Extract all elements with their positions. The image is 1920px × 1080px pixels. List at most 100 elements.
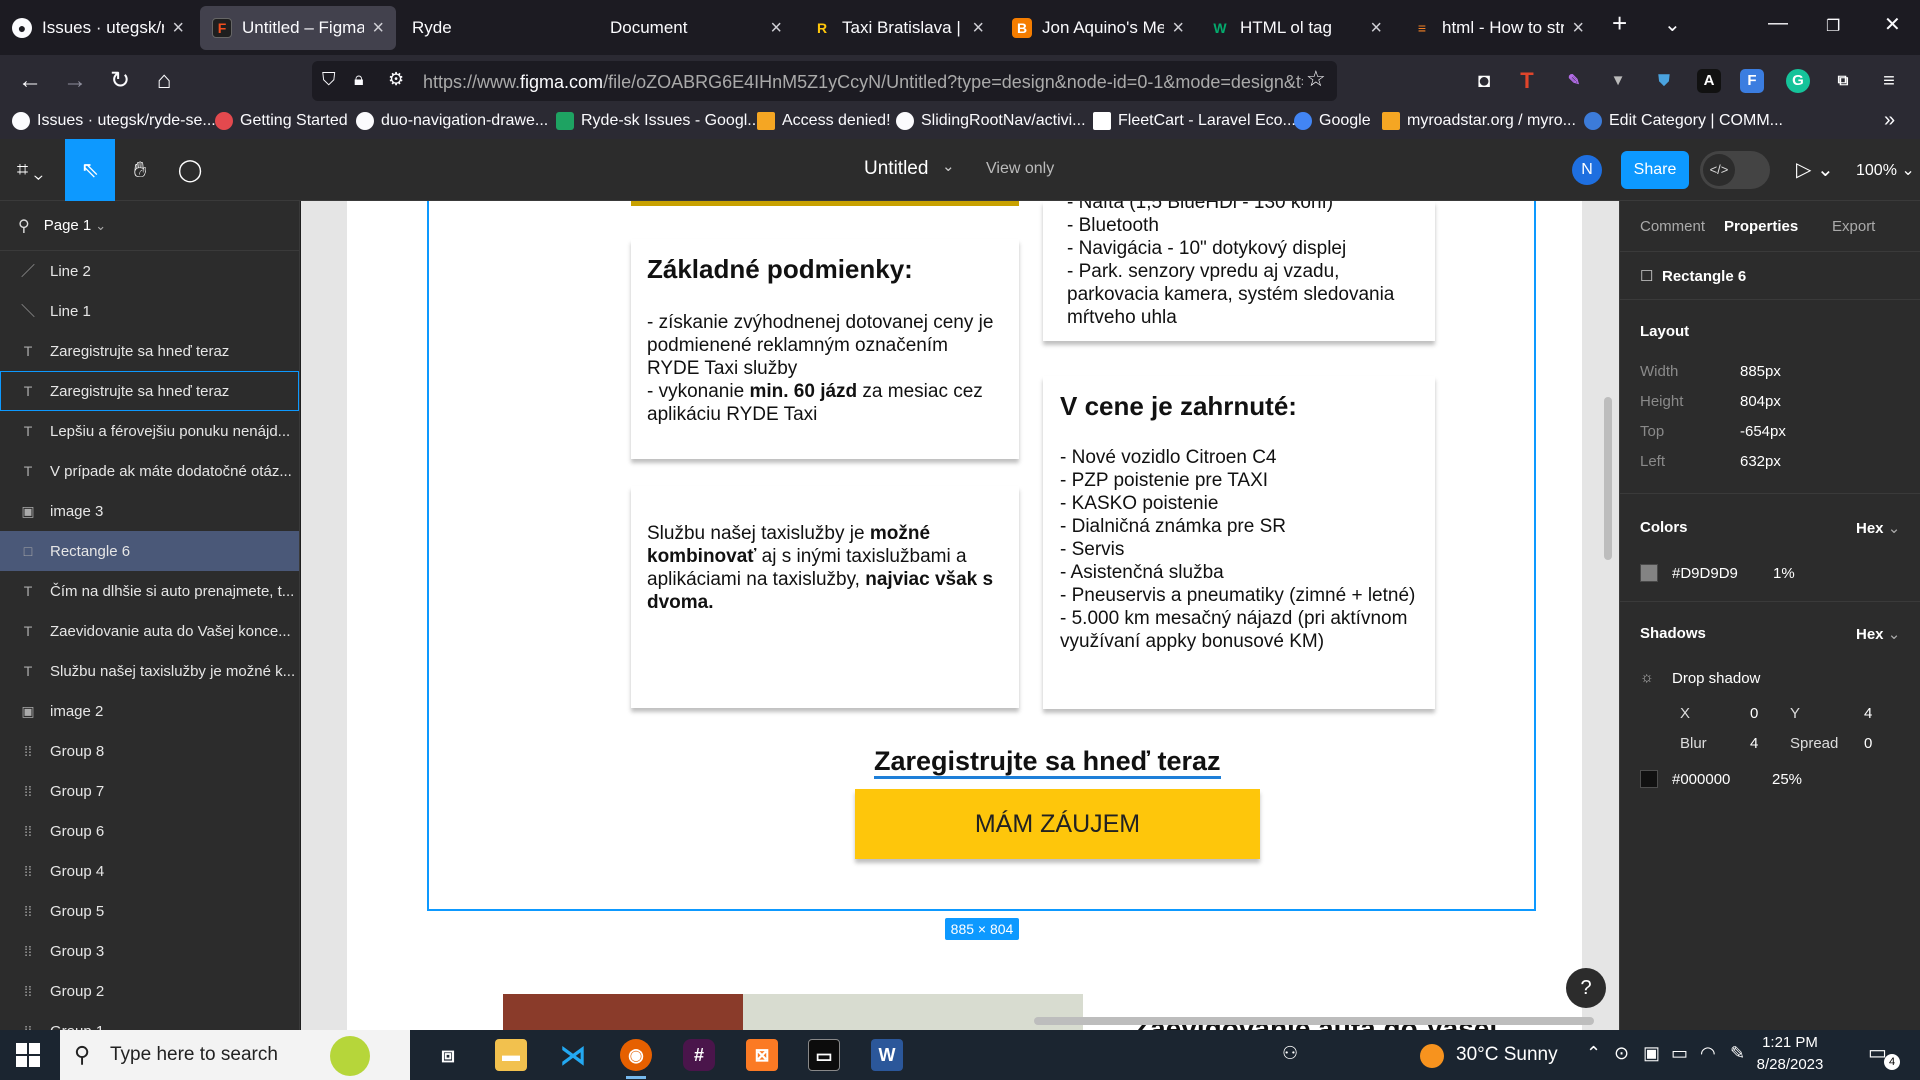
layer-item[interactable]: ⁞⁞ Group 2 xyxy=(0,971,299,1011)
bookmark-item[interactable]: Google xyxy=(1294,112,1371,130)
layer-item[interactable]: T Zaregistrujte sa hneď teraz xyxy=(0,331,299,371)
height-value[interactable]: 804px xyxy=(1740,393,1781,410)
chevron-down-icon[interactable]: ⌄ xyxy=(1664,12,1681,37)
fill-swatch[interactable] xyxy=(1640,564,1658,582)
shadow-opacity[interactable]: 25% xyxy=(1772,771,1802,788)
bookmark-item[interactable]: Access denied! xyxy=(757,112,891,130)
search-icon[interactable]: ⚲ xyxy=(18,216,30,236)
sun-icon[interactable] xyxy=(1420,1044,1444,1068)
clock-date[interactable]: 8/28/2023 xyxy=(1745,1056,1835,1073)
permissions-icon[interactable]: ⚙ xyxy=(388,69,404,90)
tab-jon-aquino[interactable]: B Jon Aquino's Mental × xyxy=(1000,6,1196,50)
selection-frame[interactable] xyxy=(427,201,1536,911)
menu-icon[interactable]: ≡ xyxy=(1877,69,1901,93)
tab-github-issues[interactable]: ● Issues · utegsk/ryde × xyxy=(0,6,196,50)
shadows-format-select[interactable]: Hex ⌄ xyxy=(1856,625,1900,643)
close-icon[interactable]: × xyxy=(770,17,782,40)
layer-item[interactable]: ＼ Line 1 xyxy=(0,291,299,331)
close-icon[interactable]: × xyxy=(1172,17,1184,40)
layer-item[interactable]: ⁞⁞ Group 8 xyxy=(0,731,299,771)
url-text[interactable]: https://www.figma.com/file/oZOABRG6E4IHn… xyxy=(423,72,1303,93)
pen-extension-icon[interactable]: ✎ xyxy=(1562,69,1586,93)
xampp-icon[interactable]: ⊠ xyxy=(746,1039,778,1071)
layer-item[interactable]: ▣ image 3 xyxy=(0,491,299,531)
task-view-icon[interactable]: ⧈ xyxy=(432,1039,464,1071)
new-tab-button[interactable]: + xyxy=(1612,8,1627,39)
close-icon[interactable]: × xyxy=(1370,17,1382,40)
wifi-icon[interactable]: ◠ xyxy=(1700,1043,1716,1064)
shadow-x-value[interactable]: 0 xyxy=(1750,705,1758,722)
close-window-icon[interactable]: ✕ xyxy=(1884,12,1901,37)
bookmarks-overflow-icon[interactable]: » xyxy=(1884,109,1895,132)
figma-menu-icon[interactable]: ⌗ ⌄ xyxy=(0,139,60,201)
tab-comment[interactable]: Comment xyxy=(1640,218,1705,235)
shadow-blur-value[interactable]: 4 xyxy=(1750,735,1758,752)
tab-stackoverflow[interactable]: ≡ html - How to stret × xyxy=(1400,6,1596,50)
shadow-hex[interactable]: #000000 xyxy=(1672,771,1730,788)
layer-item[interactable]: ⁞⁞ Group 5 xyxy=(0,891,299,931)
layer-item[interactable]: T Zaregistrujte sa hneď teraz xyxy=(0,371,299,411)
bookmark-item[interactable]: SlidingRootNav/activi... xyxy=(896,112,1086,130)
shield-icon[interactable]: ⛉ xyxy=(322,69,336,90)
minimize-icon[interactable]: — xyxy=(1768,12,1788,35)
bookmark-item[interactable]: myroadstar.org / myro... xyxy=(1382,112,1576,130)
chevron-down-icon[interactable]: ⌄ xyxy=(942,157,955,175)
present-icon[interactable]: ▷ ⌄ xyxy=(1796,157,1834,182)
slack-icon[interactable]: # xyxy=(683,1039,715,1071)
left-value[interactable]: 632px xyxy=(1740,453,1781,470)
tab-document[interactable]: Document × xyxy=(598,6,794,50)
shadow-swatch[interactable] xyxy=(1640,770,1658,788)
restore-icon[interactable]: ❐ xyxy=(1826,16,1840,36)
battery-icon[interactable]: ▭ xyxy=(1671,1043,1688,1064)
top-value[interactable]: -654px xyxy=(1740,423,1786,440)
layer-item[interactable]: ⁞⁞ Group 4 xyxy=(0,851,299,891)
vertical-scrollbar[interactable] xyxy=(1604,397,1612,560)
reload-icon[interactable]: ↻ xyxy=(104,65,136,97)
layer-item[interactable]: T Službu našej taxislužby je možné k... xyxy=(0,651,299,691)
close-icon[interactable]: × xyxy=(1572,17,1584,40)
firefox-icon[interactable]: ◉ xyxy=(620,1039,652,1079)
bookmark-item[interactable]: FleetCart - Laravel Eco... xyxy=(1093,112,1296,130)
avatar[interactable]: N xyxy=(1572,155,1602,185)
share-button[interactable]: Share xyxy=(1621,151,1689,189)
hand-tool-icon[interactable]: ✋︎ xyxy=(115,139,165,201)
pen-icon[interactable]: ✎ xyxy=(1730,1043,1745,1064)
close-icon[interactable]: × xyxy=(172,17,184,40)
back-icon[interactable]: ← xyxy=(14,65,46,97)
file-explorer-icon[interactable]: ▬ xyxy=(495,1039,527,1071)
tab-html-ol[interactable]: W HTML ol tag × xyxy=(1198,6,1394,50)
shadow-spread-value[interactable]: 0 xyxy=(1864,735,1872,752)
clock-time[interactable]: 1:21 PM xyxy=(1750,1034,1830,1051)
extension-t-icon[interactable]: T xyxy=(1515,69,1539,93)
help-button[interactable]: ? xyxy=(1566,968,1606,1008)
horizontal-scrollbar[interactable] xyxy=(1034,1017,1594,1025)
bookmark-item[interactable]: Edit Category | COMM... xyxy=(1584,112,1783,130)
shadow-y-value[interactable]: 4 xyxy=(1864,705,1872,722)
canvas[interactable]: - Nafta (1,5 BlueHDi - 130 koní) - Bluet… xyxy=(301,201,1619,1030)
bookmark-item[interactable]: Ryde-sk Issues - Googl... xyxy=(556,112,761,130)
tab-ryde[interactable]: Ryde xyxy=(400,6,596,50)
layer-item[interactable]: ⁞⁞ Group 3 xyxy=(0,931,299,971)
lock-icon[interactable]: 🔒︎ xyxy=(354,69,364,90)
dev-mode-toggle[interactable]: </> xyxy=(1700,151,1770,189)
colors-format-select[interactable]: Hex ⌄ xyxy=(1856,519,1900,537)
terminal-icon[interactable]: ▭ xyxy=(808,1039,840,1071)
tab-taxi-bratislava[interactable]: R Taxi Bratislava | RYDE × xyxy=(800,6,996,50)
meet-icon[interactable]: ▣ xyxy=(1643,1043,1660,1064)
vscode-icon[interactable]: ⋊ xyxy=(557,1039,589,1071)
home-icon[interactable]: ⌂ xyxy=(148,65,180,97)
layer-item[interactable]: ⁞⁞ Group 7 xyxy=(0,771,299,811)
comment-tool-icon[interactable]: ◯ xyxy=(165,139,215,201)
pocket-icon[interactable]: ◘ xyxy=(1472,69,1496,93)
layer-item[interactable]: T Lepšiu a férovejšiu ponuku nenájd... xyxy=(0,411,299,451)
close-icon[interactable]: × xyxy=(972,17,984,40)
forward-icon[interactable]: → xyxy=(59,65,91,97)
tray-app-icon[interactable]: ⊙ xyxy=(1614,1043,1629,1064)
shield-extension-icon[interactable]: ⛊ xyxy=(1652,69,1676,93)
layer-item[interactable]: □ Rectangle 6 xyxy=(0,531,299,571)
weather-status[interactable]: 30°C Sunny xyxy=(1456,1044,1558,1066)
zoom-dropdown[interactable]: 100% ⌄ xyxy=(1856,160,1915,180)
bookmark-item[interactable]: duo-navigation-drawe... xyxy=(356,112,548,130)
bookmark-star-icon[interactable]: ☆ xyxy=(1306,66,1326,92)
close-icon[interactable]: × xyxy=(372,17,384,40)
